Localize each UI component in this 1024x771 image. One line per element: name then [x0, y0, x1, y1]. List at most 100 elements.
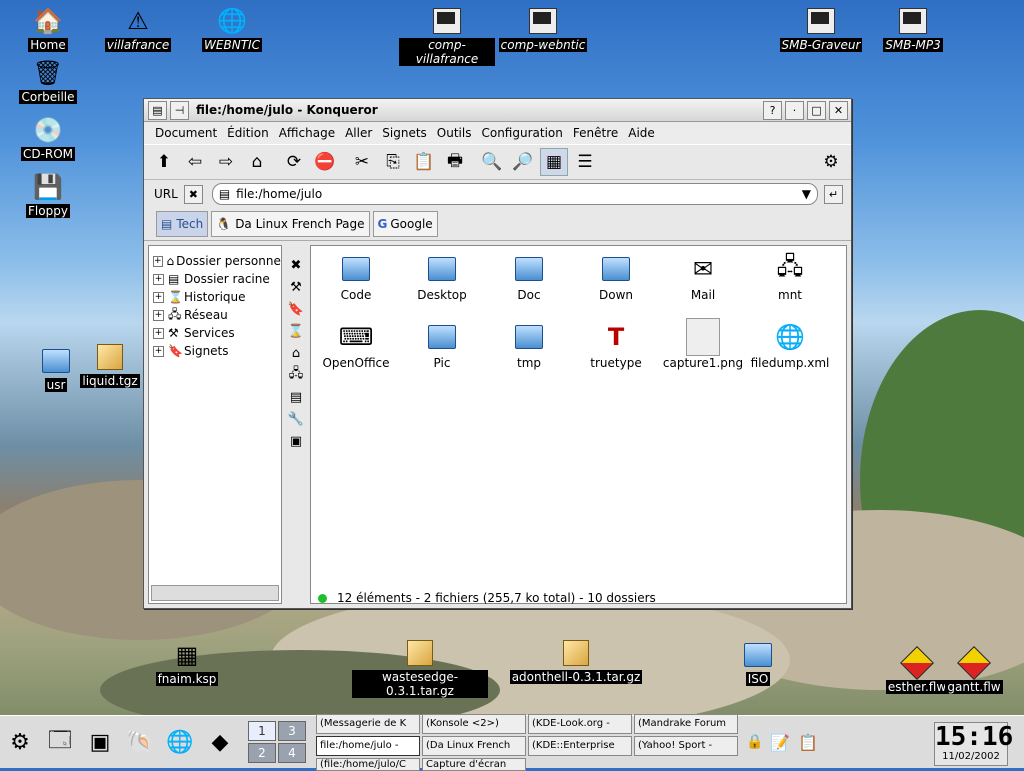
- tree-item-personal-folder[interactable]: + ⌂ Dossier personnel: [149, 252, 281, 270]
- desktop-icon-gantt[interactable]: gantt.flw: [926, 646, 1022, 694]
- tree-item-network[interactable]: + 🖧 Réseau: [149, 306, 281, 324]
- desktop-icon-adonthell[interactable]: adonthell-0.3.1.tar.gz: [508, 638, 644, 684]
- gear-icon[interactable]: ⚙: [817, 148, 845, 176]
- menu-document[interactable]: Document: [155, 126, 217, 140]
- folder-icon[interactable]: ▤: [286, 387, 306, 407]
- file-desktop[interactable]: Desktop: [399, 252, 485, 302]
- pin-icon[interactable]: ⊣: [170, 100, 189, 120]
- network-icon[interactable]: 🖧: [286, 365, 306, 385]
- desktop-icon-villafrance[interactable]: ⚠ villafrance: [90, 6, 186, 52]
- task-da-linux-french[interactable]: (Da Linux French: [422, 735, 526, 756]
- chevron-down-icon[interactable]: ▼: [802, 187, 811, 201]
- window-menu-icon[interactable]: ▤: [148, 100, 167, 120]
- terminal-icon[interactable]: ▣: [80, 720, 120, 764]
- tree-view-icon[interactable]: ▣: [286, 431, 306, 451]
- detail-view-icon[interactable]: ☰: [571, 148, 599, 176]
- menu-configuration[interactable]: Configuration: [481, 126, 562, 140]
- clock[interactable]: 15:16 11/02/2002: [934, 722, 1013, 766]
- bookmark-tech[interactable]: ▤ Tech: [156, 211, 209, 237]
- desktop-1[interactable]: 1: [248, 721, 276, 741]
- task-yahoo-sport[interactable]: (Yahoo! Sport -: [634, 735, 738, 756]
- desktop-icon-cdrom[interactable]: 💿 CD-ROM: [0, 115, 96, 161]
- forward-arrow-icon[interactable]: ⇨: [212, 148, 240, 176]
- expand-icon[interactable]: +: [153, 291, 164, 303]
- desktop-icon-wastesedge[interactable]: wastesedge-0.3.1.tar.gz: [352, 638, 488, 698]
- bookmark-icon[interactable]: 🔖: [286, 299, 306, 319]
- url-input[interactable]: ▤ file:/home/julo ▼: [211, 183, 818, 205]
- desktop-icon-home[interactable]: 🏠 Home: [0, 6, 96, 52]
- expand-icon[interactable]: +: [153, 255, 163, 267]
- desktop-icon-smb-mp3[interactable]: SMB-MP3: [865, 6, 961, 52]
- menu-signets[interactable]: Signets: [382, 126, 427, 140]
- tree-item-history[interactable]: + ⌛ Historique: [149, 288, 281, 306]
- menu-edition[interactable]: Édition: [227, 126, 269, 140]
- tray-notes-icon[interactable]: 📝: [766, 720, 794, 764]
- browser-icon[interactable]: 🌐: [160, 720, 200, 764]
- file-down[interactable]: Down: [573, 252, 659, 302]
- clear-url-icon[interactable]: ✖: [183, 184, 203, 204]
- zoom-out-icon[interactable]: 🔎: [509, 148, 537, 176]
- desktop-3[interactable]: 3: [278, 721, 306, 741]
- home-icon[interactable]: ⌂: [286, 343, 306, 363]
- file-mail[interactable]: ✉ Mail: [660, 252, 746, 302]
- back-arrow-icon[interactable]: ⇦: [181, 148, 209, 176]
- desktop-icon-trash[interactable]: 🗑 Corbeille: [0, 58, 96, 104]
- paste-icon[interactable]: 📋: [410, 148, 438, 176]
- show-desktop-icon[interactable]: 🗔: [40, 720, 80, 764]
- expand-icon[interactable]: +: [153, 327, 164, 339]
- task-file-home-julo[interactable]: file:/home/julo -: [316, 735, 420, 756]
- file-truetype[interactable]: Ttruetype: [573, 320, 659, 370]
- file-capture1[interactable]: capture1.png: [660, 318, 746, 370]
- office-icon[interactable]: ◆: [200, 720, 240, 764]
- home-icon[interactable]: ⌂: [243, 148, 271, 176]
- tree-item-services[interactable]: + ⚒ Services: [149, 324, 281, 342]
- desktop-2[interactable]: 2: [248, 743, 276, 763]
- bookmark-google[interactable]: G Google: [372, 211, 438, 237]
- task-konsole[interactable]: (Konsole <2>): [422, 713, 526, 734]
- desktop-4[interactable]: 4: [278, 743, 306, 763]
- menu-affichage[interactable]: Affichage: [279, 126, 335, 140]
- go-icon[interactable]: ↵: [824, 184, 843, 204]
- wrench-icon[interactable]: 🔧: [286, 409, 306, 429]
- expand-icon[interactable]: +: [153, 309, 164, 321]
- task-kde-look[interactable]: (KDE-Look.org -: [528, 713, 632, 734]
- file-pic[interactable]: Pic: [399, 320, 485, 370]
- expand-icon[interactable]: +: [153, 273, 164, 285]
- file-filedump[interactable]: 🌐 filedump.xml: [747, 320, 833, 370]
- icon-view-icon[interactable]: ▦: [540, 148, 568, 176]
- menu-fenetre[interactable]: Fenêtre: [573, 126, 618, 140]
- task-messagerie[interactable]: (Messagerie de K: [316, 713, 420, 734]
- task-file-home-julo-c[interactable]: (file:/home/julo/C: [316, 757, 420, 771]
- history-icon[interactable]: ⌛: [286, 321, 306, 341]
- menu-aller[interactable]: Aller: [345, 126, 372, 140]
- services-icon[interactable]: ⚒: [286, 277, 306, 297]
- help-button[interactable]: ?: [763, 100, 782, 120]
- file-code[interactable]: Code: [313, 252, 399, 302]
- desktop-icon-comp-villafrance[interactable]: comp-villafrance: [399, 6, 495, 66]
- expand-icon[interactable]: +: [153, 345, 164, 357]
- menu-aide[interactable]: Aide: [628, 126, 655, 140]
- bookmark-da-linux-french-page[interactable]: 🐧 Da Linux French Page: [211, 211, 370, 237]
- desktop-icon-iso[interactable]: ISO: [710, 640, 806, 686]
- desktop-icon-comp-webntic[interactable]: comp-webntic: [495, 6, 591, 52]
- desktop-icon-floppy[interactable]: 💾 Floppy: [0, 172, 96, 218]
- shell-icon[interactable]: 🐚: [120, 720, 160, 764]
- menu-outils[interactable]: Outils: [437, 126, 472, 140]
- up-arrow-icon[interactable]: ⬆: [150, 148, 178, 176]
- file-tmp[interactable]: tmp: [486, 320, 572, 370]
- close-sidebar-icon[interactable]: ✖: [286, 255, 306, 275]
- desktop-icon-webntic[interactable]: 🌐 WEBNTIC: [184, 6, 280, 52]
- task-mandrake-forum[interactable]: (Mandrake Forum: [634, 713, 738, 734]
- minimize-button[interactable]: ·: [785, 100, 804, 120]
- file-mnt[interactable]: 🖧 mnt: [747, 252, 833, 303]
- close-button[interactable]: ✕: [829, 100, 848, 120]
- task-capture-ecran[interactable]: Capture d'écran: [422, 757, 526, 771]
- desktop-icon-smb-graveur[interactable]: SMB-Graveur: [773, 6, 869, 52]
- zoom-in-icon[interactable]: 🔍: [478, 148, 506, 176]
- reload-icon[interactable]: ⟳: [280, 148, 308, 176]
- tree-item-root-folder[interactable]: + ▤ Dossier racine: [149, 270, 281, 288]
- tree-item-bookmarks[interactable]: + 🔖 Signets: [149, 342, 281, 360]
- kde-menu-icon[interactable]: ⚙: [0, 720, 40, 764]
- desktop-icon-fnaim[interactable]: ▦ fnaim.ksp: [139, 640, 235, 686]
- cut-icon[interactable]: ✂: [348, 148, 376, 176]
